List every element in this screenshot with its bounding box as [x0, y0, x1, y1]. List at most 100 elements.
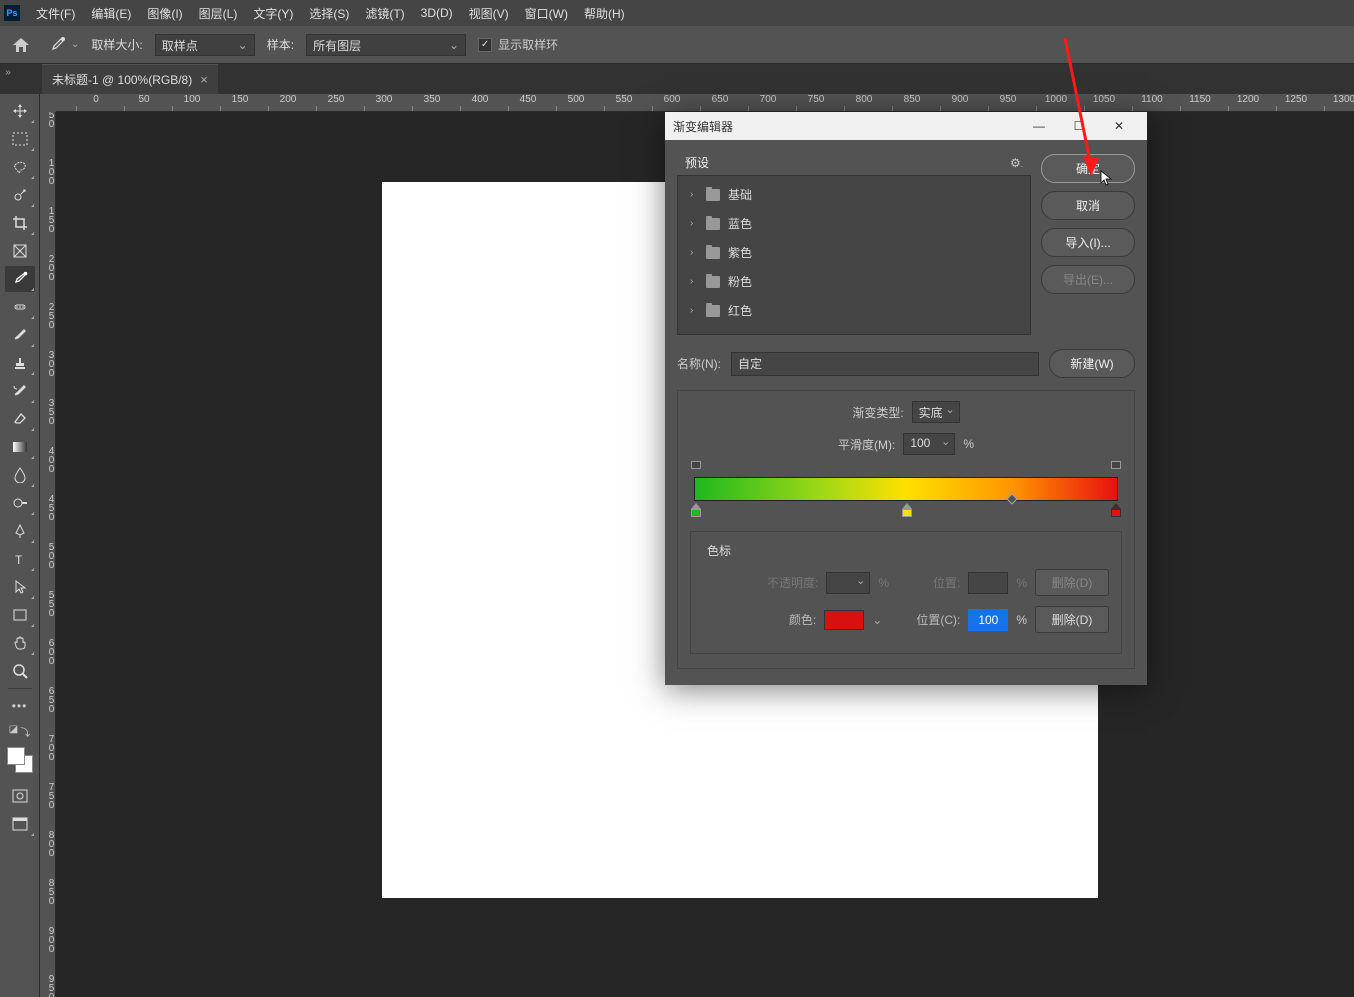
quick-mask-icon[interactable] — [5, 783, 35, 809]
marquee-tool[interactable] — [5, 126, 35, 152]
menu-edit[interactable]: 编辑(E) — [83, 1, 139, 26]
import-button[interactable]: 导入(I)... — [1041, 228, 1135, 257]
menu-type[interactable]: 文字(Y) — [245, 1, 301, 26]
stops-title: 色标 — [707, 542, 1109, 559]
sample-select[interactable]: 所有图层⌄ — [306, 34, 466, 56]
type-tool[interactable]: T — [5, 546, 35, 572]
ruler-horizontal[interactable]: 0501001502002503003500501001502002503003… — [56, 94, 1354, 112]
chevron-down-icon[interactable]: ⌄ — [71, 39, 79, 50]
document-tab-title: 未标题-1 @ 100%(RGB/8) — [52, 71, 192, 88]
cancel-button[interactable]: 取消 — [1041, 191, 1135, 220]
screen-mode-icon[interactable] — [5, 811, 35, 837]
tool-palette: T ••• ◪ ⤵ — [0, 94, 40, 997]
ruler-tick: 350 — [412, 94, 452, 112]
swap-colors-icon[interactable]: ⤵ — [20, 724, 30, 739]
ruler-tick: 150 — [40, 206, 56, 233]
menu-3d[interactable]: 3D(D) — [413, 2, 461, 24]
edit-toolbar-icon[interactable]: ••• — [5, 693, 35, 719]
opacity-stop-left[interactable] — [691, 461, 701, 471]
gradient-type-select[interactable]: 实底 — [912, 401, 960, 423]
menu-help[interactable]: 帮助(H) — [576, 1, 633, 26]
new-button[interactable]: 新建(W) — [1049, 349, 1135, 378]
collapse-panel-icon[interactable]: » — [0, 64, 16, 80]
pen-tool[interactable] — [5, 518, 35, 544]
gradient-preview[interactable] — [694, 477, 1118, 501]
ruler-tick: 450 — [40, 494, 56, 521]
healing-tool[interactable] — [5, 294, 35, 320]
color-stop-red[interactable] — [1111, 503, 1121, 517]
frame-tool[interactable] — [5, 238, 35, 264]
quick-select-tool[interactable] — [5, 182, 35, 208]
gradient-bar[interactable] — [694, 465, 1118, 521]
sample-size-select[interactable]: 取样点⌄ — [155, 34, 255, 56]
ruler-tick: 350 — [56, 94, 68, 112]
menu-window[interactable]: 窗口(W) — [517, 1, 576, 26]
ruler-tick: 450 — [508, 94, 548, 112]
menu-view[interactable]: 视图(V) — [461, 1, 517, 26]
preset-folder-pink[interactable]: ›粉色 — [678, 267, 1030, 296]
tab-close-icon[interactable]: × — [200, 72, 208, 87]
opacity-stop-right[interactable] — [1111, 461, 1121, 471]
opacity-position-input — [968, 572, 1008, 594]
menu-select[interactable]: 选择(S) — [301, 1, 357, 26]
ruler-tick: 750 — [40, 782, 56, 809]
menu-layer[interactable]: 图层(L) — [191, 1, 246, 26]
eraser-tool[interactable] — [5, 406, 35, 432]
color-swatch-button[interactable] — [824, 610, 864, 630]
color-position-input[interactable] — [968, 609, 1008, 631]
smoothness-input[interactable]: 100 — [903, 433, 955, 455]
document-tab-strip: 未标题-1 @ 100%(RGB/8) × — [0, 64, 1354, 94]
preset-folder-red[interactable]: ›红色 — [678, 296, 1030, 325]
stamp-tool[interactable] — [5, 350, 35, 376]
ruler-tick: 400 — [40, 446, 56, 473]
ruler-vertical[interactable]: 0501001502002503003504004505005506006507… — [40, 112, 56, 997]
history-brush-tool[interactable] — [5, 378, 35, 404]
hand-tool[interactable] — [5, 630, 35, 656]
ruler-tick: 50 — [124, 94, 164, 112]
menu-file[interactable]: 文件(F) — [28, 1, 83, 26]
rectangle-tool[interactable] — [5, 602, 35, 628]
eyedropper-tool-icon[interactable] — [46, 34, 68, 56]
dodge-tool[interactable] — [5, 490, 35, 516]
ok-button[interactable]: 确定 — [1041, 154, 1135, 183]
delete-color-stop-button[interactable]: 删除(D) — [1035, 606, 1109, 633]
ruler-tick: 700 — [40, 734, 56, 761]
path-select-tool[interactable] — [5, 574, 35, 600]
ruler-tick: 1150 — [1180, 94, 1220, 112]
name-input[interactable] — [731, 352, 1039, 376]
percent-unit: % — [1016, 613, 1027, 627]
brush-tool[interactable] — [5, 322, 35, 348]
crop-tool[interactable] — [5, 210, 35, 236]
move-tool[interactable] — [5, 98, 35, 124]
preset-folder-basic[interactable]: ›基础 — [678, 180, 1030, 209]
blur-tool[interactable] — [5, 462, 35, 488]
document-tab[interactable]: 未标题-1 @ 100%(RGB/8) × — [42, 64, 218, 94]
gradient-tool[interactable] — [5, 434, 35, 460]
folder-icon — [706, 276, 720, 288]
default-colors-icon[interactable]: ◪ — [9, 724, 18, 739]
export-button[interactable]: 导出(E)... — [1041, 265, 1135, 294]
color-stop-green[interactable] — [691, 503, 701, 517]
gear-icon[interactable]: ⚙. — [1010, 156, 1023, 170]
show-ring-checkbox[interactable]: ✓ 显示取样环 — [478, 36, 558, 53]
eyedropper-tool[interactable] — [5, 266, 35, 292]
sample-size-label: 取样大小: — [91, 36, 142, 53]
maximize-button[interactable]: ☐ — [1059, 112, 1099, 140]
preset-folder-purple[interactable]: ›紫色 — [678, 238, 1030, 267]
preset-list[interactable]: ›基础 ›蓝色 ›紫色 ›粉色 ›红色 — [677, 175, 1031, 335]
menu-filter[interactable]: 滤镜(T) — [357, 1, 412, 26]
preset-folder-blue[interactable]: ›蓝色 — [678, 209, 1030, 238]
color-swatches[interactable] — [5, 745, 35, 775]
chevron-down-icon[interactable]: ⌄ — [872, 613, 882, 627]
home-icon[interactable] — [8, 32, 34, 58]
minimize-button[interactable]: — — [1019, 112, 1059, 140]
ruler-tick: 150 — [220, 94, 260, 112]
opacity-label: 不透明度: — [767, 574, 818, 591]
menu-image[interactable]: 图像(I) — [139, 1, 190, 26]
dialog-titlebar[interactable]: 渐变编辑器 — ☐ ✕ — [665, 112, 1147, 140]
lasso-tool[interactable] — [5, 154, 35, 180]
zoom-tool[interactable] — [5, 658, 35, 684]
close-button[interactable]: ✕ — [1099, 112, 1139, 140]
color-stop-yellow[interactable] — [902, 503, 912, 517]
foreground-color-swatch[interactable] — [7, 747, 25, 765]
